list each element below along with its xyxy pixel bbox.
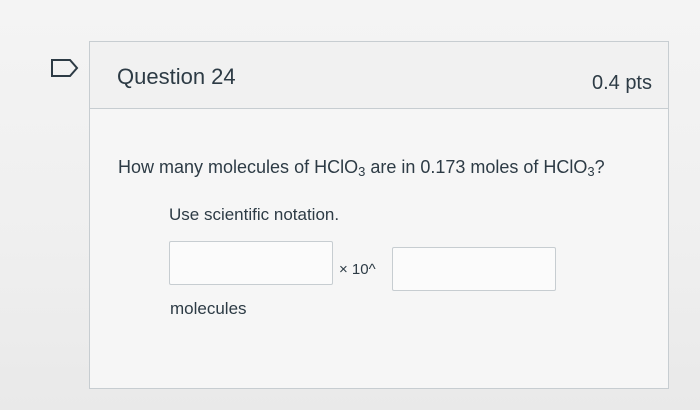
quiz-page: Question 24 0.4 pts How many molecules o… xyxy=(0,0,700,410)
instructions-text: Use scientific notation. xyxy=(169,205,340,224)
exponent-input[interactable] xyxy=(392,247,556,291)
question-text: How many molecules of HClO 3 are in 0.173… xyxy=(118,157,605,179)
times-ten-label: × 10^ xyxy=(339,261,376,278)
question-card: Question 24 0.4 pts How many molecules o… xyxy=(89,41,669,389)
question-text-suffix: ? xyxy=(594,157,605,177)
question-body: How many molecules of HClO 3 are in 0.173… xyxy=(90,109,668,389)
question-title: Question 24 xyxy=(117,64,236,89)
question-text-prefix: How many molecules of HClO xyxy=(118,157,359,177)
subscript-3: 3 xyxy=(587,164,595,179)
question-points: 0.4 pts xyxy=(591,72,652,94)
mantissa-input[interactable] xyxy=(169,241,333,285)
unit-label: molecules xyxy=(170,299,247,318)
question-header: Question 24 0.4 pts xyxy=(90,42,668,109)
flag-question-icon[interactable] xyxy=(50,58,80,78)
question-text-middle: are in 0.173 moles of HClO xyxy=(365,157,588,177)
